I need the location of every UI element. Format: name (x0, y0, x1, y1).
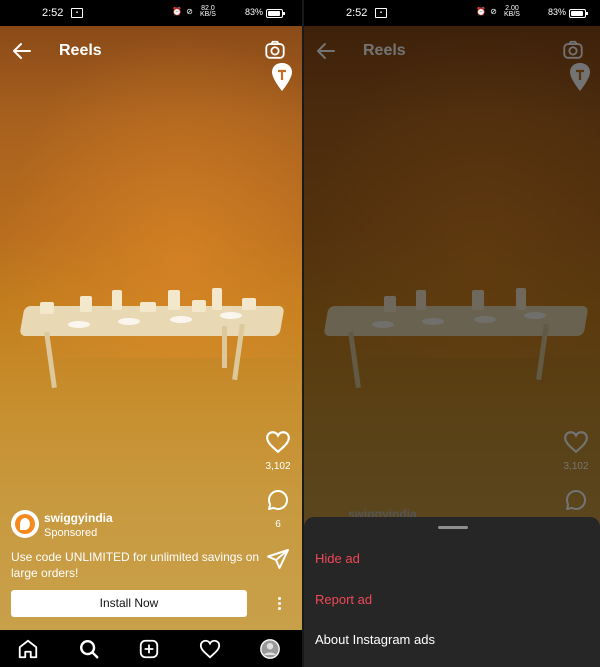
battery-percentage: 83% (245, 7, 264, 17)
username[interactable]: swiggyindia (44, 511, 113, 525)
page-title: Reels (59, 42, 102, 59)
alarm-mute-icons: ⏰ ⊘ (476, 7, 498, 16)
ad-options-sheet: Hide ad Report ad About Instagram ads (304, 517, 600, 667)
home-icon[interactable] (17, 638, 39, 660)
sponsored-label: Sponsored (44, 527, 98, 539)
message-notification-icon: ▪ (71, 8, 83, 18)
sheet-drag-handle[interactable] (438, 526, 468, 529)
report-ad-option[interactable]: Report ad (315, 592, 372, 607)
heart-icon[interactable] (265, 430, 291, 454)
message-notification-icon: ▪ (375, 8, 387, 18)
status-time: 2:52 (346, 7, 368, 19)
swiggy-logo-icon (272, 63, 292, 91)
back-arrow-icon[interactable] (10, 39, 34, 63)
reels-header: Reels (0, 26, 302, 76)
panel-divider (302, 0, 304, 667)
profile-avatar-icon[interactable] (259, 638, 281, 660)
battery-icon (569, 9, 588, 18)
comment-icon[interactable] (265, 488, 291, 512)
comment-action[interactable]: 6 (263, 488, 293, 530)
camera-icon[interactable] (264, 39, 286, 61)
create-post-icon[interactable] (138, 638, 160, 660)
battery-percentage: 83% (548, 7, 567, 17)
like-action[interactable]: 3,102 (263, 430, 293, 472)
network-speed: 2.00 KB/S (504, 5, 520, 18)
about-instagram-ads-option[interactable]: About Instagram ads (315, 632, 435, 647)
install-now-button[interactable]: Install Now (11, 590, 247, 617)
alarm-mute-icons: ⏰ ⊘ (172, 7, 194, 16)
left-phone-screen: 2:52 ▪ ⏰ ⊘ 82.0 KB/S 83% Reels 3,102 6 s… (0, 0, 302, 667)
bottom-navigation (0, 630, 302, 667)
right-phone-screen: 2:52 ▪ ⏰ ⊘ 2.00 KB/S 83% Reels (304, 0, 600, 667)
more-options-icon[interactable] (278, 597, 282, 613)
send-icon[interactable] (265, 547, 291, 571)
search-icon[interactable] (78, 638, 100, 660)
reel-video[interactable] (0, 26, 302, 630)
activity-heart-icon[interactable] (199, 638, 221, 660)
network-speed-unit: KB/S (200, 11, 216, 18)
status-bar: 2:52 ▪ ⏰ ⊘ 82.0 KB/S 83% (0, 0, 302, 26)
likes-count: 3,102 (265, 461, 291, 472)
post-caption[interactable]: Use code UNLIMITED for unlimited savings… (11, 549, 261, 581)
hide-ad-option[interactable]: Hide ad (315, 551, 360, 566)
avatar[interactable] (11, 510, 39, 538)
comments-count: 6 (275, 519, 281, 530)
network-speed: 82.0 KB/S (200, 5, 216, 18)
battery-icon (266, 9, 285, 18)
status-bar: 2:52 ▪ ⏰ ⊘ 2.00 KB/S 83% (304, 0, 600, 26)
network-speed-unit: KB/S (504, 11, 520, 18)
share-action[interactable] (263, 547, 293, 576)
status-time: 2:52 (42, 7, 64, 19)
